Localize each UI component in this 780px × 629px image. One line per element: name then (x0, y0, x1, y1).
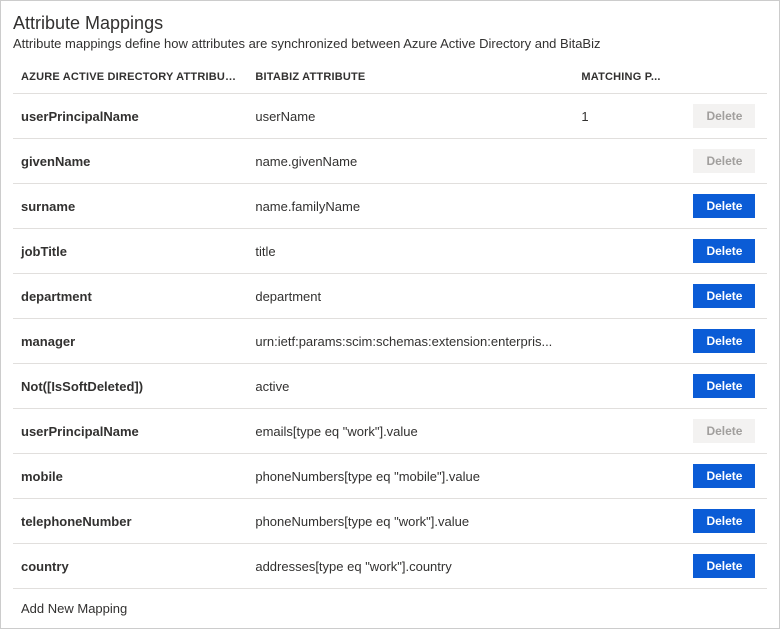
col-header-matching[interactable]: MATCHING P... (573, 65, 685, 94)
table-row[interactable]: countryaddresses[type eq "work"].country… (13, 544, 767, 589)
delete-button: Delete (693, 419, 755, 443)
panel-description: Attribute mappings define how attributes… (13, 36, 767, 51)
target-attribute-cell: addresses[type eq "work"].country (247, 544, 573, 589)
col-header-azure[interactable]: AZURE ACTIVE DIRECTORY ATTRIBUTE (13, 65, 247, 94)
azure-attribute-cell: department (13, 274, 247, 319)
azure-attribute-cell: telephoneNumber (13, 499, 247, 544)
delete-button[interactable]: Delete (693, 329, 755, 353)
target-attribute-cell: department (247, 274, 573, 319)
matching-precedence-cell (573, 139, 685, 184)
matching-precedence-cell (573, 544, 685, 589)
panel-title: Attribute Mappings (13, 13, 767, 34)
table-row[interactable]: mobilephoneNumbers[type eq "mobile"].val… (13, 454, 767, 499)
azure-attribute-cell: userPrincipalName (13, 94, 247, 139)
delete-button: Delete (693, 104, 755, 128)
delete-button[interactable]: Delete (693, 194, 755, 218)
action-cell: Delete (685, 274, 767, 319)
action-cell: Delete (685, 139, 767, 184)
azure-attribute-cell: userPrincipalName (13, 409, 247, 454)
matching-precedence-cell: 1 (573, 94, 685, 139)
target-attribute-cell: emails[type eq "work"].value (247, 409, 573, 454)
target-attribute-cell: active (247, 364, 573, 409)
matching-precedence-cell (573, 229, 685, 274)
add-new-mapping-row[interactable]: Add New Mapping (13, 589, 767, 629)
action-cell: Delete (685, 184, 767, 229)
table-header-row: AZURE ACTIVE DIRECTORY ATTRIBUTE BITABIZ… (13, 65, 767, 94)
delete-button[interactable]: Delete (693, 284, 755, 308)
target-attribute-cell: name.familyName (247, 184, 573, 229)
delete-button[interactable]: Delete (693, 464, 755, 488)
mappings-table: AZURE ACTIVE DIRECTORY ATTRIBUTE BITABIZ… (13, 65, 767, 628)
delete-button[interactable]: Delete (693, 509, 755, 533)
col-header-target[interactable]: BITABIZ ATTRIBUTE (247, 65, 573, 94)
action-cell: Delete (685, 409, 767, 454)
azure-attribute-cell: surname (13, 184, 247, 229)
action-cell: Delete (685, 319, 767, 364)
action-cell: Delete (685, 454, 767, 499)
delete-button[interactable]: Delete (693, 374, 755, 398)
matching-precedence-cell (573, 319, 685, 364)
matching-precedence-cell (573, 184, 685, 229)
azure-attribute-cell: country (13, 544, 247, 589)
azure-attribute-cell: givenName (13, 139, 247, 184)
matching-precedence-cell (573, 499, 685, 544)
azure-attribute-cell: jobTitle (13, 229, 247, 274)
target-attribute-cell: title (247, 229, 573, 274)
action-cell: Delete (685, 499, 767, 544)
matching-precedence-cell (573, 364, 685, 409)
target-attribute-cell: userName (247, 94, 573, 139)
table-row[interactable]: jobTitletitle Delete (13, 229, 767, 274)
action-cell: Delete (685, 229, 767, 274)
action-cell: Delete (685, 544, 767, 589)
table-row[interactable]: userPrincipalNameuserName1 Delete (13, 94, 767, 139)
add-new-mapping-link[interactable]: Add New Mapping (21, 601, 127, 616)
azure-attribute-cell: mobile (13, 454, 247, 499)
matching-precedence-cell (573, 409, 685, 454)
attribute-mappings-panel: Attribute Mappings Attribute mappings de… (0, 0, 780, 629)
table-row[interactable]: userPrincipalNameemails[type eq "work"].… (13, 409, 767, 454)
col-header-action (685, 65, 767, 94)
azure-attribute-cell: Not([IsSoftDeleted]) (13, 364, 247, 409)
table-row[interactable]: surnamename.familyName Delete (13, 184, 767, 229)
delete-button[interactable]: Delete (693, 239, 755, 263)
table-row[interactable]: telephoneNumberphoneNumbers[type eq "wor… (13, 499, 767, 544)
action-cell: Delete (685, 364, 767, 409)
azure-attribute-cell: manager (13, 319, 247, 364)
target-attribute-cell: phoneNumbers[type eq "mobile"].value (247, 454, 573, 499)
target-attribute-cell: urn:ietf:params:scim:schemas:extension:e… (247, 319, 573, 364)
target-attribute-cell: phoneNumbers[type eq "work"].value (247, 499, 573, 544)
table-row[interactable]: givenNamename.givenName Delete (13, 139, 767, 184)
table-row[interactable]: Not([IsSoftDeleted])active Delete (13, 364, 767, 409)
table-row[interactable]: managerurn:ietf:params:scim:schemas:exte… (13, 319, 767, 364)
matching-precedence-cell (573, 274, 685, 319)
matching-precedence-cell (573, 454, 685, 499)
target-attribute-cell: name.givenName (247, 139, 573, 184)
delete-button: Delete (693, 149, 755, 173)
table-row[interactable]: departmentdepartment Delete (13, 274, 767, 319)
action-cell: Delete (685, 94, 767, 139)
